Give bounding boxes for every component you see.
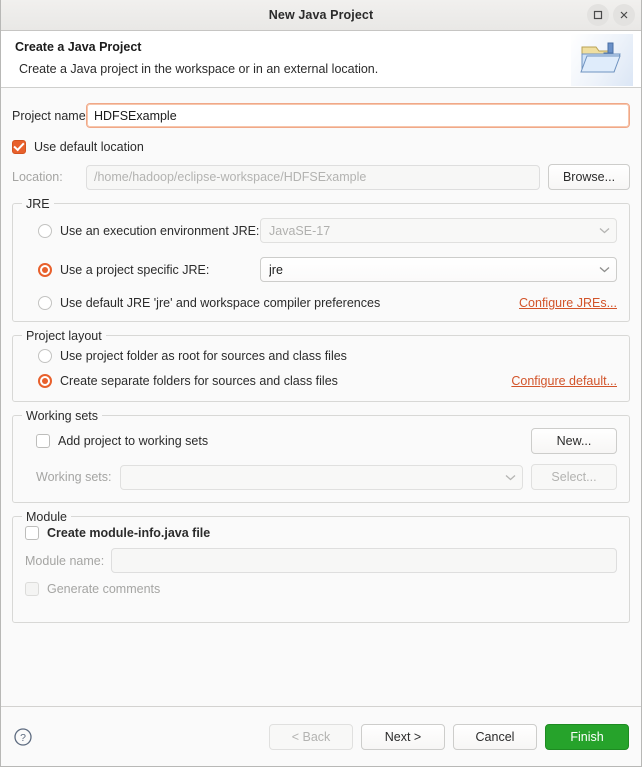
layout-separate-folders-radio[interactable] xyxy=(38,374,52,388)
generate-comments-label: Generate comments xyxy=(47,582,161,596)
back-button[interactable]: < Back xyxy=(269,723,353,750)
layout-root-folder-row[interactable]: Use project folder as root for sources a… xyxy=(25,349,617,363)
add-to-working-sets-row[interactable]: Add project to working sets New... xyxy=(25,428,617,454)
generate-comments-checkbox[interactable] xyxy=(25,582,39,596)
jre-project-specific-value: jre xyxy=(269,262,283,277)
chevron-down-icon xyxy=(599,267,610,273)
configure-default-link[interactable]: Configure default... xyxy=(511,374,617,388)
module-name-input[interactable] xyxy=(111,548,617,573)
module-name-row: Module name: xyxy=(25,548,617,573)
finish-button[interactable]: Finish xyxy=(545,723,629,750)
layout-root-folder-radio[interactable] xyxy=(38,349,52,363)
help-icon[interactable]: ? xyxy=(13,727,33,747)
titlebar: New Java Project xyxy=(1,0,641,31)
working-sets-group: Working sets Add project to working sets… xyxy=(12,409,630,503)
window-title: New Java Project xyxy=(268,8,374,22)
project-name-input[interactable]: HDFSExample xyxy=(86,103,630,128)
dialog-header: Create a Java Project Create a Java proj… xyxy=(1,31,641,88)
module-group: Module Create module-info.java file Modu… xyxy=(12,510,630,623)
use-default-location-label: Use default location xyxy=(34,140,144,154)
chevron-down-icon xyxy=(599,228,610,234)
jre-project-specific-row[interactable]: Use a project specific JRE: jre xyxy=(25,257,617,282)
new-working-set-button[interactable]: New... xyxy=(531,428,617,454)
add-to-working-sets-checkbox[interactable] xyxy=(36,434,50,448)
jre-execution-env-row[interactable]: Use an execution environment JRE: JavaSE… xyxy=(25,218,617,243)
layout-root-folder-label: Use project folder as root for sources a… xyxy=(60,349,347,363)
browse-button[interactable]: Browse... xyxy=(548,164,630,190)
module-group-title: Module xyxy=(22,510,71,524)
svg-text:?: ? xyxy=(20,732,26,744)
module-name-label: Module name: xyxy=(25,553,105,568)
create-module-info-checkbox[interactable] xyxy=(25,526,39,540)
working-sets-label: Working sets: xyxy=(36,470,112,484)
jre-project-specific-label: Use a project specific JRE: xyxy=(60,262,210,277)
jre-project-specific-radio[interactable] xyxy=(38,262,52,277)
working-sets-select-row: Working sets: Select... xyxy=(25,464,617,490)
layout-separate-folders-label: Create separate folders for sources and … xyxy=(60,374,338,388)
project-name-label: Project name: xyxy=(12,108,90,123)
generate-comments-row[interactable]: Generate comments xyxy=(25,582,617,596)
close-icon[interactable] xyxy=(613,4,635,26)
cancel-button[interactable]: Cancel xyxy=(453,723,537,750)
location-row: Location: /home/hadoop/eclipse-workspace… xyxy=(12,164,630,190)
jre-execution-env-radio[interactable] xyxy=(38,223,52,238)
page-description: Create a Java project in the workspace o… xyxy=(19,62,379,76)
dialog-footer: ? < Back Next > Cancel Finish xyxy=(1,706,641,766)
jre-group: JRE Use an execution environment JRE: Ja… xyxy=(12,197,630,322)
jre-project-specific-combo[interactable]: jre xyxy=(260,257,617,282)
jre-execution-env-combo[interactable]: JavaSE-17 xyxy=(260,218,617,243)
titlebar-buttons xyxy=(587,0,635,30)
location-input[interactable]: /home/hadoop/eclipse-workspace/HDFSExamp… xyxy=(86,164,540,190)
next-button[interactable]: Next > xyxy=(361,723,445,750)
location-label: Location: xyxy=(12,170,63,184)
working-sets-group-title: Working sets xyxy=(22,409,103,423)
add-to-working-sets-label: Add project to working sets xyxy=(58,434,209,448)
page-title: Create a Java Project xyxy=(15,40,142,54)
use-default-location-row[interactable]: Use default location xyxy=(12,140,630,154)
project-layout-group: Project layout Use project folder as roo… xyxy=(12,329,630,402)
dialog-body: Project name: HDFSExample Use default lo… xyxy=(1,88,641,706)
jre-default-radio[interactable] xyxy=(38,296,52,310)
project-name-row: Project name: HDFSExample xyxy=(12,103,630,128)
select-working-set-button[interactable]: Select... xyxy=(531,464,617,490)
create-module-info-label: Create module-info.java file xyxy=(47,526,211,540)
java-project-folder-icon xyxy=(571,34,633,86)
jre-group-title: JRE xyxy=(22,197,54,211)
layout-separate-folders-row[interactable]: Create separate folders for sources and … xyxy=(25,374,617,388)
jre-default-row[interactable]: Use default JRE 'jre' and workspace comp… xyxy=(25,296,617,310)
jre-execution-env-label: Use an execution environment JRE: xyxy=(60,223,260,238)
working-sets-combo[interactable] xyxy=(120,464,523,490)
new-java-project-dialog: New Java Project Create a Java Project C… xyxy=(0,0,642,767)
maximize-icon[interactable] xyxy=(587,4,609,26)
project-layout-group-title: Project layout xyxy=(22,329,106,343)
use-default-location-checkbox[interactable] xyxy=(12,140,26,154)
jre-default-label: Use default JRE 'jre' and workspace comp… xyxy=(60,296,381,310)
chevron-down-icon xyxy=(505,474,516,480)
jre-execution-env-value: JavaSE-17 xyxy=(269,223,331,238)
configure-jres-link[interactable]: Configure JREs... xyxy=(519,296,617,310)
create-module-info-row[interactable]: Create module-info.java file xyxy=(25,526,617,540)
